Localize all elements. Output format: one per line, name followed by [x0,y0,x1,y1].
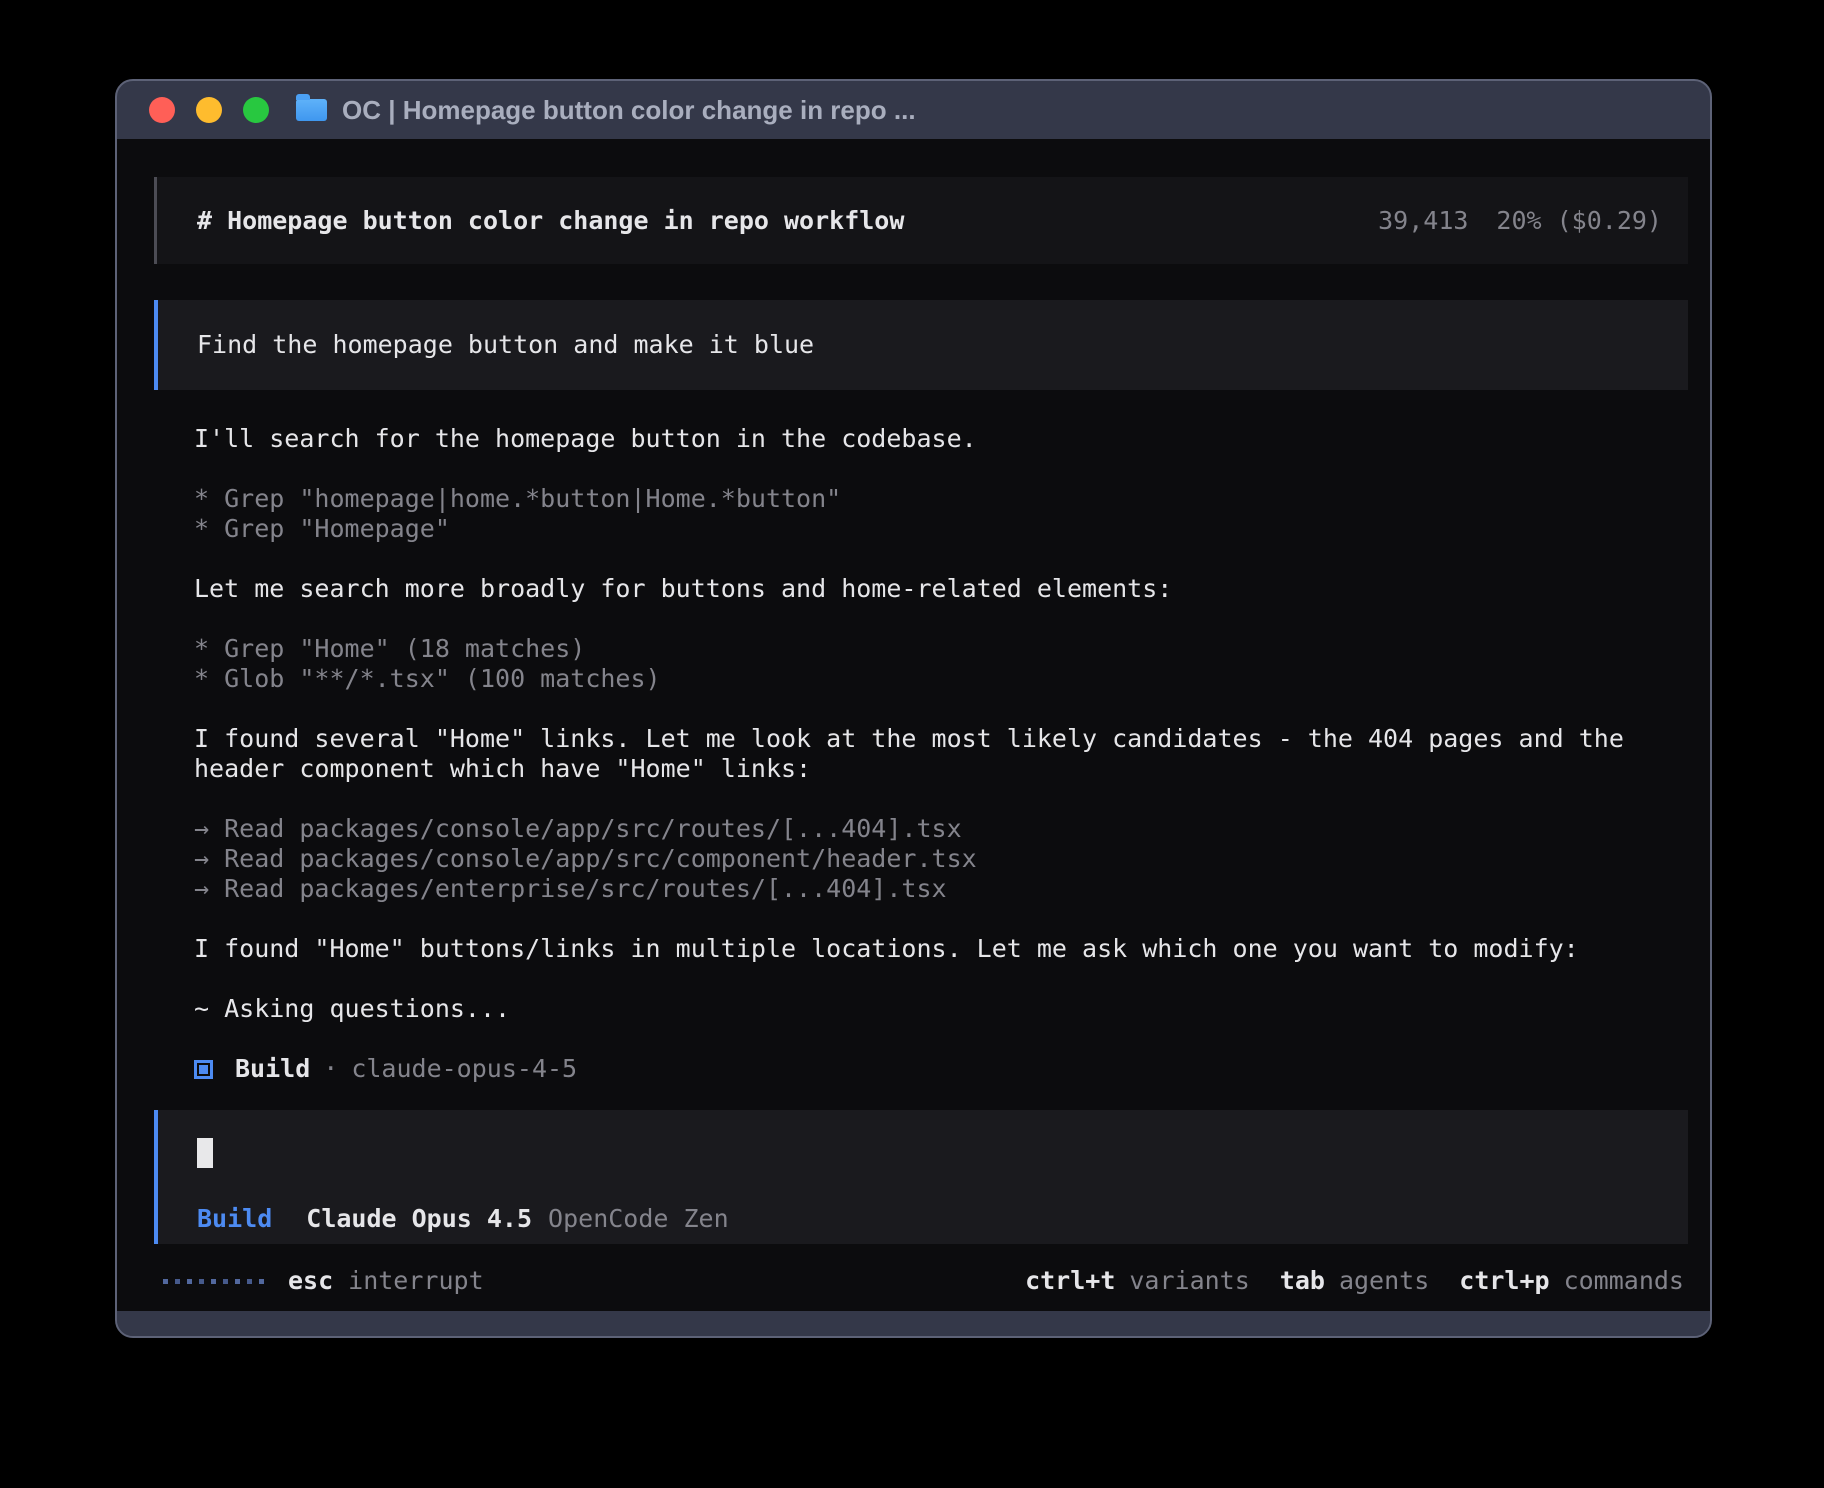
session-header: # Homepage button color change in repo w… [154,177,1688,264]
mode-label: Build [197,1204,272,1234]
input-meta: Build Claude Opus 4.5 OpenCode Zen [197,1204,1662,1234]
hint-label-interrupt: interrupt [348,1266,483,1296]
agent-status-line: Build · claude-opus-4-5 [194,1054,1664,1084]
spinner-dots [163,1279,264,1284]
window-title: OC | Homepage button color change in rep… [342,95,916,126]
status-left: esc interrupt [163,1266,484,1296]
agent-name: Build [235,1054,310,1084]
maximize-button[interactable] [243,97,269,123]
tool-call-grep: * Grep "Home" (18 matches) [194,634,1664,664]
hint-variants: ctrl+t variants [1025,1266,1250,1296]
tool-call-read: → Read packages/enterprise/src/routes/[.… [194,874,1664,904]
token-count: 39,413 [1378,206,1468,236]
assistant-text: I found several "Home" links. Let me loo… [194,724,1664,784]
hint-commands: ctrl+p commands [1459,1266,1684,1296]
hint-label: variants [1129,1266,1249,1296]
window-bottom-bar [117,1311,1710,1336]
tool-call-group: * Grep "homepage|home.*button|Home.*butt… [194,484,1664,544]
hint-key-esc: esc [288,1266,333,1296]
provider-label: OpenCode Zen [548,1204,729,1234]
user-message-text: Find the homepage button and make it blu… [197,330,814,359]
agent-model: claude-opus-4-5 [351,1054,577,1084]
conversation: I'll search for the homepage button in t… [154,424,1664,1084]
assistant-text: I'll search for the homepage button in t… [194,424,1664,454]
user-message: Find the homepage button and make it blu… [154,300,1688,390]
tool-call-read: → Read packages/console/app/src/routes/[… [194,814,1664,844]
session-title: # Homepage button color change in repo w… [197,206,904,236]
context-cost: 20% ($0.29) [1496,206,1662,236]
agent-icon [194,1060,213,1079]
terminal-window: OC | Homepage button color change in rep… [115,79,1712,1338]
assistant-text: Let me search more broadly for buttons a… [194,574,1664,604]
hint-key: ctrl+p [1459,1266,1549,1296]
hint-label: commands [1564,1266,1684,1296]
window-titlebar: OC | Homepage button color change in rep… [117,81,1710,139]
model-label: Claude Opus 4.5 [306,1204,532,1234]
hint-key: tab [1280,1266,1325,1296]
assistant-text: I found "Home" buttons/links in multiple… [194,934,1664,964]
hint-label: agents [1339,1266,1429,1296]
tool-call-read: → Read packages/console/app/src/componen… [194,844,1664,874]
tool-call-grep: * Grep "homepage|home.*button|Home.*butt… [194,484,1664,514]
tool-call-group: * Grep "Home" (18 matches) * Glob "**/*.… [194,634,1664,694]
text-cursor [197,1138,213,1168]
hint-key: ctrl+t [1025,1266,1115,1296]
session-stats: 39,413 20% ($0.29) [1378,206,1662,236]
working-status: ~ Asking questions... [194,994,1664,1024]
status-right: ctrl+t variants tab agents ctrl+p comman… [1025,1266,1684,1296]
tool-call-glob: * Glob "**/*.tsx" (100 matches) [194,664,1664,694]
hint-agents: tab agents [1280,1266,1429,1296]
tool-call-group: → Read packages/console/app/src/routes/[… [194,814,1664,904]
tool-call-grep: * Grep "Homepage" [194,514,1664,544]
agent-separator: · [323,1054,338,1084]
status-bar: esc interrupt ctrl+t variants tab agents… [154,1266,1688,1296]
close-button[interactable] [149,97,175,123]
minimize-button[interactable] [196,97,222,123]
folder-icon [296,99,327,121]
prompt-input[interactable]: Build Claude Opus 4.5 OpenCode Zen [154,1110,1688,1244]
terminal-content: # Homepage button color change in repo w… [117,139,1710,1311]
